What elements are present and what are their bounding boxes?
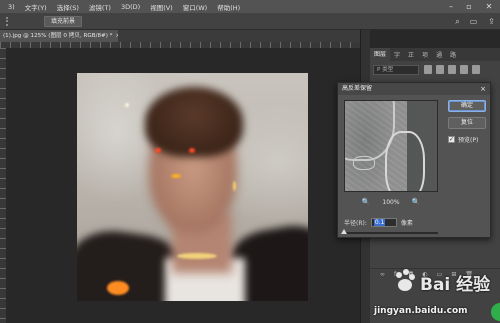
radius-input[interactable]: 0.1 [370, 217, 397, 227]
photo-highlight [189, 148, 195, 153]
minimize-icon[interactable]: – [444, 0, 458, 13]
menu-bar: 3) 文字(Y) 选择(S) 滤镜(T) 3D(D) 视图(V) 窗口(W) 帮… [0, 0, 500, 13]
document-tab-title: (1).jpg @ 125% (图层 0 拷贝, RGB/8#) * [3, 33, 113, 39]
canvas-image[interactable] [77, 73, 308, 301]
search-icon[interactable]: ⌕ [452, 16, 463, 27]
panel-tabs: 图层 字 正 项 通 路 [370, 48, 500, 61]
baidu-watermark: Bai 经验 jingyan.baidu.com [372, 268, 500, 323]
tab-paths[interactable]: 路 [446, 50, 460, 59]
zoom-out-icon[interactable]: 🔍 [362, 198, 371, 206]
preview-checkbox-box[interactable]: ✓ [448, 136, 455, 143]
tab-paragraph[interactable]: 正 [404, 50, 418, 59]
fill-foreground-button[interactable]: 填充前景 [44, 16, 83, 27]
radius-label: 半径(R): [344, 219, 367, 227]
options-bar: 填充前景 ⌕ ▭ ⇪ [0, 13, 500, 30]
photo-highlight [171, 174, 181, 178]
zoom-value: 100% [382, 198, 400, 206]
filter-type-icon[interactable] [448, 65, 456, 74]
menu-item-select[interactable]: 选择(S) [52, 2, 84, 12]
filter-preview[interactable] [344, 100, 438, 192]
filter-adjust-icon[interactable] [436, 65, 444, 74]
preview-checkbox[interactable]: ✓ 预览(P) [448, 135, 478, 144]
preview-checkbox-label: 预览(P) [458, 137, 479, 144]
document-tab-row: (1).jpg @ 125% (图层 0 拷贝, RGB/8#) * × [0, 30, 360, 42]
zoom-in-icon[interactable]: 🔍 [412, 198, 421, 206]
tab-properties[interactable]: 项 [418, 50, 432, 59]
dialog-title: 高反差保留 [342, 85, 373, 92]
baidu-paw-logo [396, 269, 415, 291]
menu-item-help[interactable]: 帮助(H) [212, 2, 245, 12]
menu-item-3d[interactable]: 3D(D) [116, 3, 145, 11]
photo-highlight [233, 181, 236, 191]
high-pass-dialog: 高反差保留 × 🔍 100% 🔍 半径(R): 0.1 像素 确定 复位 ✓ 预… [337, 82, 491, 238]
preview-necklace [353, 156, 375, 170]
watermark-site: jingyan.baidu.com [374, 306, 468, 316]
photo-necklace [177, 253, 217, 259]
radius-slider[interactable] [341, 229, 438, 234]
workspace-icon[interactable]: ▭ [468, 16, 479, 27]
radius-value: 0.1 [373, 218, 386, 226]
photo-highlight [107, 281, 129, 295]
menu-item-window[interactable]: 窗口(W) [178, 2, 213, 12]
document-tab[interactable]: (1).jpg @ 125% (图层 0 拷贝, RGB/8#) * × [0, 30, 118, 42]
maximize-icon[interactable]: ▫ [462, 0, 476, 13]
photo-highlight [155, 148, 161, 153]
ok-button[interactable]: 确定 [448, 100, 486, 112]
tab-character[interactable]: 字 [390, 50, 404, 59]
filter-smart-icon[interactable] [472, 65, 480, 74]
photo-highlight [125, 103, 129, 107]
tab-close-icon[interactable]: × [115, 33, 118, 39]
photo-hair [145, 87, 243, 157]
radius-unit: 像素 [400, 219, 413, 227]
horizontal-ruler [0, 42, 360, 48]
menu-item-filter[interactable]: 滤镜(T) [84, 2, 116, 12]
layer-filter-input[interactable]: P 类型 [373, 65, 419, 75]
menu-item-type[interactable]: 文字(Y) [20, 2, 52, 12]
watermark-logo-text: Bai 经验 [420, 275, 491, 295]
radius-row: 半径(R): 0.1 像素 [344, 217, 413, 227]
menu-item-view[interactable]: 视图(V) [145, 2, 178, 12]
slider-thumb[interactable] [341, 229, 347, 234]
tab-layers[interactable]: 图层 [370, 48, 391, 61]
vertical-ruler [0, 48, 6, 323]
menu-item-partial[interactable]: 3) [0, 3, 20, 11]
close-icon[interactable]: ✕ [482, 0, 496, 13]
zoom-controls: 🔍 100% 🔍 [344, 197, 438, 207]
preview-edge [385, 131, 425, 191]
dialog-title-bar[interactable]: 高反差保留 × [338, 83, 490, 95]
share-icon[interactable]: ⇪ [486, 16, 497, 27]
tab-channels[interactable]: 通 [432, 50, 446, 59]
reset-button[interactable]: 复位 [448, 117, 486, 129]
filter-shape-icon[interactable] [460, 65, 468, 74]
filter-pixel-icon[interactable] [424, 65, 432, 74]
dialog-close-icon[interactable]: × [480, 83, 486, 95]
toolbar-grip-icon[interactable] [6, 17, 16, 26]
